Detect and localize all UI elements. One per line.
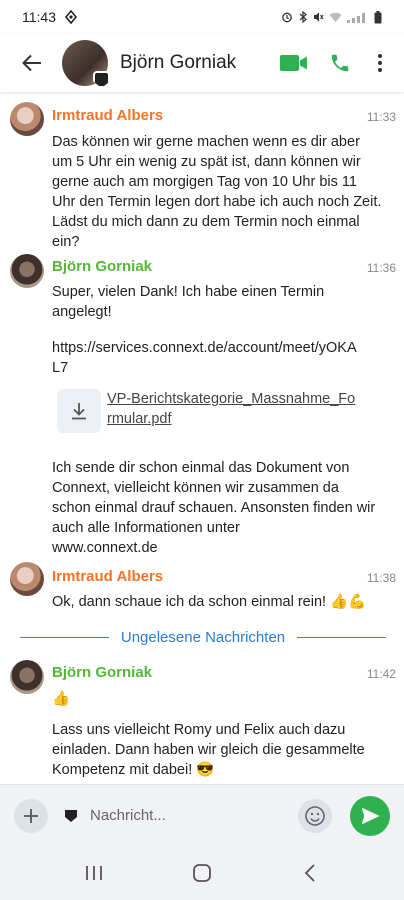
message-list[interactable]: Irmtraud Albers 11:33 Das können wir ger… (0, 92, 404, 784)
send-icon (361, 807, 380, 824)
sync-icon (64, 10, 78, 24)
recent-apps-button[interactable] (70, 853, 118, 893)
status-time: 11:43 (22, 9, 56, 25)
message-text: Lass uns vielleicht Romy und Felix auch … (52, 722, 365, 778)
unread-divider: Ungelesene Nachrichten (0, 627, 404, 647)
signal-icon (347, 12, 365, 23)
back-arrow-icon (22, 54, 41, 72)
send-button[interactable] (350, 795, 390, 836)
download-button[interactable] (57, 389, 101, 433)
status-bar: 11:43 (0, 0, 404, 34)
shield-badge-icon (93, 71, 110, 88)
video-call-button[interactable] (274, 39, 314, 87)
message-time: 11:38 (366, 571, 396, 585)
sender-avatar[interactable] (10, 562, 44, 596)
voice-call-button[interactable] (320, 39, 360, 87)
home-icon (193, 864, 211, 882)
emoji-button[interactable] (298, 798, 332, 833)
message-composer (0, 784, 404, 846)
video-call-icon (280, 55, 307, 71)
sender-avatar[interactable] (10, 254, 44, 288)
message-time: 11:36 (366, 261, 396, 275)
home-button[interactable] (178, 853, 226, 893)
nav-back-icon (304, 864, 315, 882)
message-text: Das können wir gerne machen wenn es dir … (52, 134, 382, 250)
message-text: 👍 (52, 691, 71, 707)
contact-avatar[interactable] (62, 40, 110, 88)
message-time: 11:33 (366, 110, 396, 124)
sender-avatar[interactable] (10, 660, 44, 694)
more-options-button[interactable] (360, 39, 400, 87)
sender-avatar[interactable] (10, 102, 44, 136)
nav-back-button[interactable] (286, 853, 334, 893)
battery-icon (374, 10, 382, 23)
wifi-icon (329, 12, 342, 22)
mute-icon (314, 12, 324, 22)
sender-name: Irmtraud Albers (52, 568, 164, 585)
back-button[interactable] (8, 39, 56, 87)
meeting-link[interactable]: https://services.connext.de/account/meet… (52, 338, 357, 378)
chat-header: Björn Gorniak (0, 34, 404, 92)
contact-name[interactable]: Björn Gorniak (120, 52, 274, 74)
bluetooth-icon (299, 11, 307, 23)
website-link[interactable]: www.connext.de (52, 538, 158, 558)
unread-divider-label: Ungelesene Nachrichten (120, 628, 286, 646)
message-text: Super, vielen Dank! Ich habe einen Termi… (52, 284, 325, 320)
plus-icon (24, 808, 38, 823)
message-text: Ich sende dir schon einmal das Dokument … (52, 460, 376, 536)
phone-icon (331, 54, 349, 72)
download-icon (72, 403, 86, 420)
sender-name: Irmtraud Albers (52, 107, 164, 124)
alarm-icon (282, 12, 292, 23)
sender-name: Björn Gorniak (52, 258, 153, 275)
file-attachment[interactable]: VP-Berichtskategorie_Massnahme_Formular.… (57, 389, 359, 433)
message-input[interactable] (90, 807, 298, 824)
emoji-icon (305, 805, 325, 826)
more-vert-icon (378, 54, 382, 72)
message-text: Ok, dann schaue ich da schon einmal rein… (52, 594, 367, 610)
system-nav-bar (0, 846, 404, 900)
file-name[interactable]: VP-Berichtskategorie_Massnahme_Formular.… (107, 389, 359, 429)
recent-apps-icon (86, 866, 102, 880)
message-time: 11:42 (366, 667, 396, 681)
attach-button[interactable] (14, 798, 48, 833)
sender-name: Björn Gorniak (52, 664, 153, 681)
shield-icon (65, 809, 77, 822)
